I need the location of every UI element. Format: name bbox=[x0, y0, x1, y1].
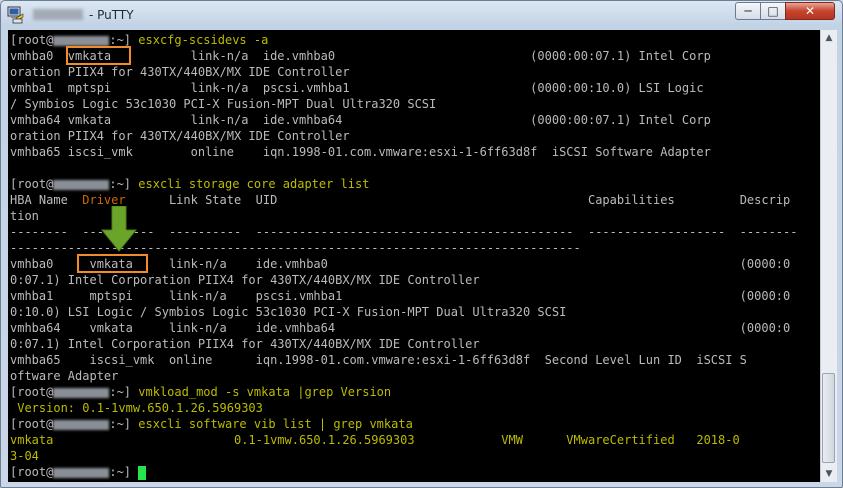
down-arrow-icon bbox=[100, 206, 138, 252]
command-text: esxcfg-scsidevs -a bbox=[131, 33, 269, 47]
terminal-line: vmhba65 iscsi_vmk online iqn.1998-01.com… bbox=[10, 144, 711, 160]
terminal-line: vmhba1 mptspi link-n/a pscsi.vmhba1 (000… bbox=[10, 80, 704, 96]
terminal-line: 0:07.1) Intel Corporation PIIX4 for 430T… bbox=[10, 272, 480, 288]
close-button[interactable]: ✕ bbox=[785, 2, 835, 20]
vertical-scrollbar[interactable]: ▲ ▼ bbox=[820, 30, 837, 482]
scrollbar-thumb[interactable] bbox=[822, 373, 835, 463]
prompt-prefix: [root@ bbox=[10, 417, 54, 431]
prompt-prefix: [root@ bbox=[10, 177, 54, 191]
output-text: 0:07.1) Intel Corporation PIIX4 for 430T… bbox=[10, 273, 480, 287]
output-text: 3-04 bbox=[10, 449, 39, 463]
terminal-line: oftware Adapter bbox=[10, 368, 118, 384]
output-text: vmhba1 mptspi link-n/a pscsi.vmhba1 (000… bbox=[10, 289, 791, 303]
prompt-prefix: [root@ bbox=[10, 385, 54, 399]
command-text: esxcli storage core adapter list bbox=[131, 177, 370, 191]
terminal-line: Version: 0.1-1vmw.650.1.26.5969303 bbox=[10, 400, 263, 416]
terminal-line: oration PIIX4 for 430TX/440BX/MX IDE Con… bbox=[10, 64, 350, 80]
terminal-line: [root@ :~] esxcli software vib list | gre… bbox=[10, 416, 413, 432]
terminal-line: [root@ :~] esxcfg-scsidevs -a bbox=[10, 32, 268, 48]
terminal-line: 3-04 bbox=[10, 448, 39, 464]
putty-app-icon[interactable] bbox=[7, 6, 25, 24]
output-text: 0:07.1) Intel Corporation PIIX4 for 430T… bbox=[10, 337, 480, 351]
output-text: / Symbios Logic 53c1030 PCI-X Fusion-MPT… bbox=[10, 97, 437, 111]
output-text: 0:10.0) LSI Logic / Symbios Logic 53c103… bbox=[10, 305, 567, 319]
blurred-hostname bbox=[53, 467, 110, 478]
output-text: Link State UID Capabilities Descrip bbox=[125, 193, 791, 207]
blurred-hostname bbox=[53, 419, 110, 430]
highlight-box-vmkata-2 bbox=[77, 254, 148, 273]
terminal-line: vmhba64 vmkata link-n/a ide.vmhba64 (000… bbox=[10, 112, 711, 128]
output-text: oration PIIX4 for 430TX/440BX/MX IDE Con… bbox=[10, 129, 350, 143]
maximize-button[interactable]: □ bbox=[760, 2, 786, 20]
output-text: vmhba1 mptspi link-n/a pscsi.vmhba1 (000… bbox=[10, 81, 704, 95]
scroll-down-icon[interactable]: ▼ bbox=[821, 466, 837, 482]
command-text: esxcli software vib list | grep vmkata bbox=[131, 417, 413, 431]
terminal-line: vmhba1 mptspi link-n/a pscsi.vmhba1 (000… bbox=[10, 288, 790, 304]
blurred-hostname bbox=[53, 387, 110, 398]
terminal-line: [root@ :~] vmkload_mod -s vmkata |grep Ve… bbox=[10, 384, 391, 400]
title-bar[interactable]: - PuTTY ─ □ ✕ bbox=[1, 1, 842, 29]
output-text: vmkata 0.1-1vmw.650.1.26.5969303 VMW VMw… bbox=[10, 433, 740, 447]
terminal-line: oration PIIX4 for 430TX/440BX/MX IDE Con… bbox=[10, 128, 350, 144]
highlight-box-vmkata-1 bbox=[66, 46, 131, 65]
text-cursor bbox=[138, 465, 147, 480]
prompt-suffix: :~] bbox=[109, 417, 132, 431]
terminal-line: [root@ :~] bbox=[10, 464, 147, 480]
output-text: oration PIIX4 for 430TX/440BX/MX IDE Con… bbox=[10, 65, 350, 79]
output-text: vmhba64 vmkata link-n/a ide.vmhba64 (000… bbox=[10, 113, 711, 127]
terminal-area[interactable]: [root@:~] esxcfg-scsidevs -a vmhba0 vmkat… bbox=[8, 30, 820, 482]
driver-column-header: Driver bbox=[82, 193, 126, 207]
prompt-prefix: [root@ bbox=[10, 33, 54, 47]
prompt-suffix: :~] bbox=[109, 385, 132, 399]
scroll-up-icon[interactable]: ▲ bbox=[821, 30, 837, 46]
terminal-line: / Symbios Logic 53c1030 PCI-X Fusion-MPT… bbox=[10, 96, 436, 112]
output-text: vmhba65 iscsi_vmk online iqn.1998-01.com… bbox=[10, 145, 711, 159]
blurred-hostname bbox=[33, 9, 83, 20]
blurred-hostname bbox=[53, 35, 110, 46]
putty-window: - PuTTY ─ □ ✕ [root@ :~] esxcfg-scsidevs … bbox=[0, 0, 843, 488]
prompt-suffix: :~] bbox=[109, 33, 132, 47]
terminal-line: [root@ :~] esxcli storage core adapter li… bbox=[10, 176, 369, 192]
terminal-line: 0:10.0) LSI Logic / Symbios Logic 53c103… bbox=[10, 304, 566, 320]
output-text: oftware Adapter bbox=[10, 369, 119, 383]
terminal-line: 0:07.1) Intel Corporation PIIX4 for 430T… bbox=[10, 336, 480, 352]
minimize-button[interactable]: ─ bbox=[735, 2, 761, 20]
output-text: tion bbox=[10, 209, 39, 223]
prompt-prefix: [root@ bbox=[10, 465, 54, 479]
terminal-line: vmhba64 vmkata link-n/a ide.vmhba64 (000… bbox=[10, 320, 790, 336]
output-text: Version: 0.1-1vmw.650.1.26.5969303 bbox=[10, 401, 263, 415]
prompt-suffix: :~] bbox=[109, 177, 132, 191]
command-text bbox=[131, 465, 138, 479]
prompt-suffix: :~] bbox=[109, 465, 132, 479]
terminal-line: vmhba65 iscsi_vmk online iqn.1998-01.com… bbox=[10, 352, 747, 368]
output-text: vmhba65 iscsi_vmk online iqn.1998-01.com… bbox=[10, 353, 747, 367]
terminal-line: tion bbox=[10, 208, 39, 224]
output-text: HBA Name bbox=[10, 193, 83, 207]
output-text: vmhba64 vmkata link-n/a ide.vmhba64 (000… bbox=[10, 321, 791, 335]
terminal-line: vmkata 0.1-1vmw.650.1.26.5969303 VMW VMw… bbox=[10, 432, 740, 448]
blurred-hostname bbox=[53, 179, 110, 190]
command-text: vmkload_mod -s vmkata |grep Version bbox=[131, 385, 392, 399]
output-text: ----------------------------------------… bbox=[10, 241, 581, 255]
window-title: - PuTTY bbox=[89, 8, 134, 22]
